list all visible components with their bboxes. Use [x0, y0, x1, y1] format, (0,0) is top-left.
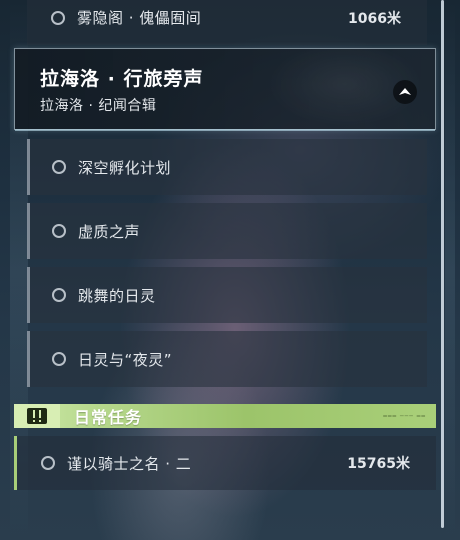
decorative-pattern: ═══ ─── ══: [383, 412, 426, 420]
quest-item-distance: 1066米: [348, 10, 401, 27]
quest-item-top[interactable]: 雾隐阁 · 傀儡囿间 1066米: [27, 0, 427, 45]
quest-status-circle-icon: [41, 456, 55, 470]
quest-subitem[interactable]: 深空孵化计划: [27, 139, 427, 195]
quest-group-subtitle: 拉海洛 · 纪闻合辑: [40, 98, 157, 114]
quest-subitem-label: 跳舞的日灵: [78, 286, 156, 305]
daily-quest-distance: 15765米: [347, 456, 410, 472]
quest-subitem[interactable]: 日灵与“夜灵”: [27, 331, 427, 387]
quest-status-circle-icon: [52, 160, 66, 174]
quest-group-title: 拉海洛 · 行旅旁声: [40, 68, 204, 90]
quest-subitem-label: 虚质之声: [78, 222, 141, 241]
quest-status-circle-icon: [52, 352, 66, 366]
quest-subitem[interactable]: 虚质之声: [27, 203, 427, 259]
quest-list-panel: 雾隐阁 · 傀儡囿间 1066米 拉海洛 · 行旅旁声 拉海洛 · 纪闻合辑 深…: [0, 0, 460, 540]
collapse-button[interactable]: [393, 80, 417, 104]
daily-quest-item[interactable]: 谨以骑士之名 · 二 15765米: [14, 436, 436, 490]
daily-quest-icon: [27, 408, 47, 424]
quest-subitem[interactable]: 跳舞的日灵: [27, 267, 427, 323]
quest-status-circle-icon: [52, 224, 66, 238]
quest-item-label: 雾隐阁 · 傀儡囿间: [77, 9, 202, 27]
quest-status-circle-icon: [52, 288, 66, 302]
quest-group-header[interactable]: 拉海洛 · 行旅旁声 拉海洛 · 纪闻合辑: [14, 48, 436, 131]
daily-quest-label: 谨以骑士之名 · 二: [67, 454, 192, 473]
quest-subitem-label: 日灵与“夜灵”: [78, 350, 173, 369]
daily-quests-header[interactable]: 日常任务 ═══ ─── ══: [14, 404, 436, 428]
daily-icon-container: [14, 404, 60, 428]
quest-subitem-label: 深空孵化计划: [78, 158, 172, 177]
scrollbar[interactable]: [441, 0, 444, 528]
quest-status-circle-icon: [51, 10, 65, 25]
daily-quests-label: 日常任务: [74, 408, 143, 427]
chevron-up-icon: [399, 88, 411, 95]
